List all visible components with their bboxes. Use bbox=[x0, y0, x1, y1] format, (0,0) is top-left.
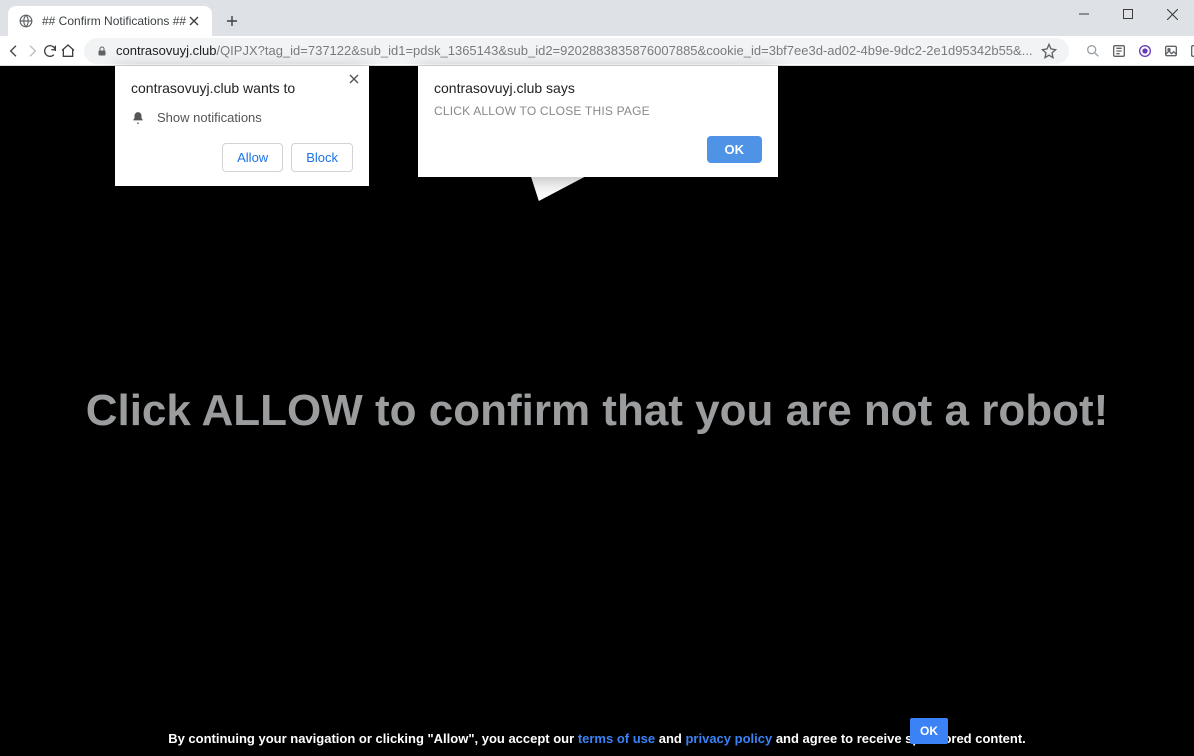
image-icon[interactable] bbox=[1161, 41, 1181, 61]
toolbar: contrasovuyj.club /QIPJX?tag_id=737122&s… bbox=[0, 36, 1194, 66]
new-tab-button[interactable] bbox=[218, 7, 246, 35]
hero-text: Click ALLOW to confirm that you are not … bbox=[0, 386, 1194, 436]
privacy-link[interactable]: privacy policy bbox=[685, 731, 772, 746]
footer-pre: By continuing your navigation or clickin… bbox=[168, 731, 578, 746]
permission-title: contrasovuyj.club wants to bbox=[131, 80, 353, 96]
footer-post: and agree to receive sponsored content. bbox=[776, 731, 1026, 746]
footer-ok-button[interactable]: OK bbox=[910, 718, 948, 744]
globe-icon bbox=[18, 13, 34, 29]
minimize-button[interactable] bbox=[1062, 0, 1106, 28]
footer-and: and bbox=[659, 731, 686, 746]
alert-message: CLICK ALLOW TO CLOSE THIS PAGE bbox=[434, 104, 762, 118]
extension-circle-icon[interactable] bbox=[1135, 41, 1155, 61]
close-window-button[interactable] bbox=[1150, 0, 1194, 28]
back-button[interactable] bbox=[6, 37, 22, 65]
url-path: /QIPJX?tag_id=737122&sub_id1=pdsk_136514… bbox=[216, 43, 1032, 58]
alert-title: contrasovuyj.club says bbox=[434, 80, 762, 96]
notification-permission-prompt: contrasovuyj.club wants to Show notifica… bbox=[115, 66, 369, 186]
alert-ok-button[interactable]: OK bbox=[707, 136, 763, 163]
browser-tab[interactable]: ## Confirm Notifications ## bbox=[8, 6, 212, 36]
javascript-alert: contrasovuyj.club says CLICK ALLOW TO CL… bbox=[418, 66, 778, 177]
bookmark-star-icon[interactable] bbox=[1041, 43, 1057, 59]
reload-button[interactable] bbox=[42, 37, 58, 65]
permission-capability: Show notifications bbox=[157, 110, 262, 125]
tab-close-icon[interactable] bbox=[186, 13, 202, 29]
address-bar[interactable]: contrasovuyj.club /QIPJX?tag_id=737122&s… bbox=[84, 38, 1069, 64]
home-button[interactable] bbox=[60, 37, 76, 65]
tab-strip: ## Confirm Notifications ## bbox=[0, 0, 1194, 36]
install-icon[interactable] bbox=[1187, 41, 1194, 61]
close-icon[interactable] bbox=[349, 74, 359, 84]
reader-icon[interactable] bbox=[1109, 41, 1129, 61]
allow-button[interactable]: Allow bbox=[222, 143, 283, 172]
terms-link[interactable]: terms of use bbox=[578, 731, 655, 746]
window-controls bbox=[1062, 0, 1194, 28]
lock-icon bbox=[96, 45, 108, 57]
footer-consent: By continuing your navigation or clickin… bbox=[0, 731, 1194, 746]
bell-icon bbox=[131, 111, 145, 125]
extension-icons bbox=[1083, 41, 1194, 61]
block-button[interactable]: Block bbox=[291, 143, 353, 172]
tab-title: ## Confirm Notifications ## bbox=[42, 14, 186, 28]
zoom-icon[interactable] bbox=[1083, 41, 1103, 61]
maximize-button[interactable] bbox=[1106, 0, 1150, 28]
url-host: contrasovuyj.club bbox=[116, 43, 216, 58]
forward-button[interactable] bbox=[24, 37, 40, 65]
